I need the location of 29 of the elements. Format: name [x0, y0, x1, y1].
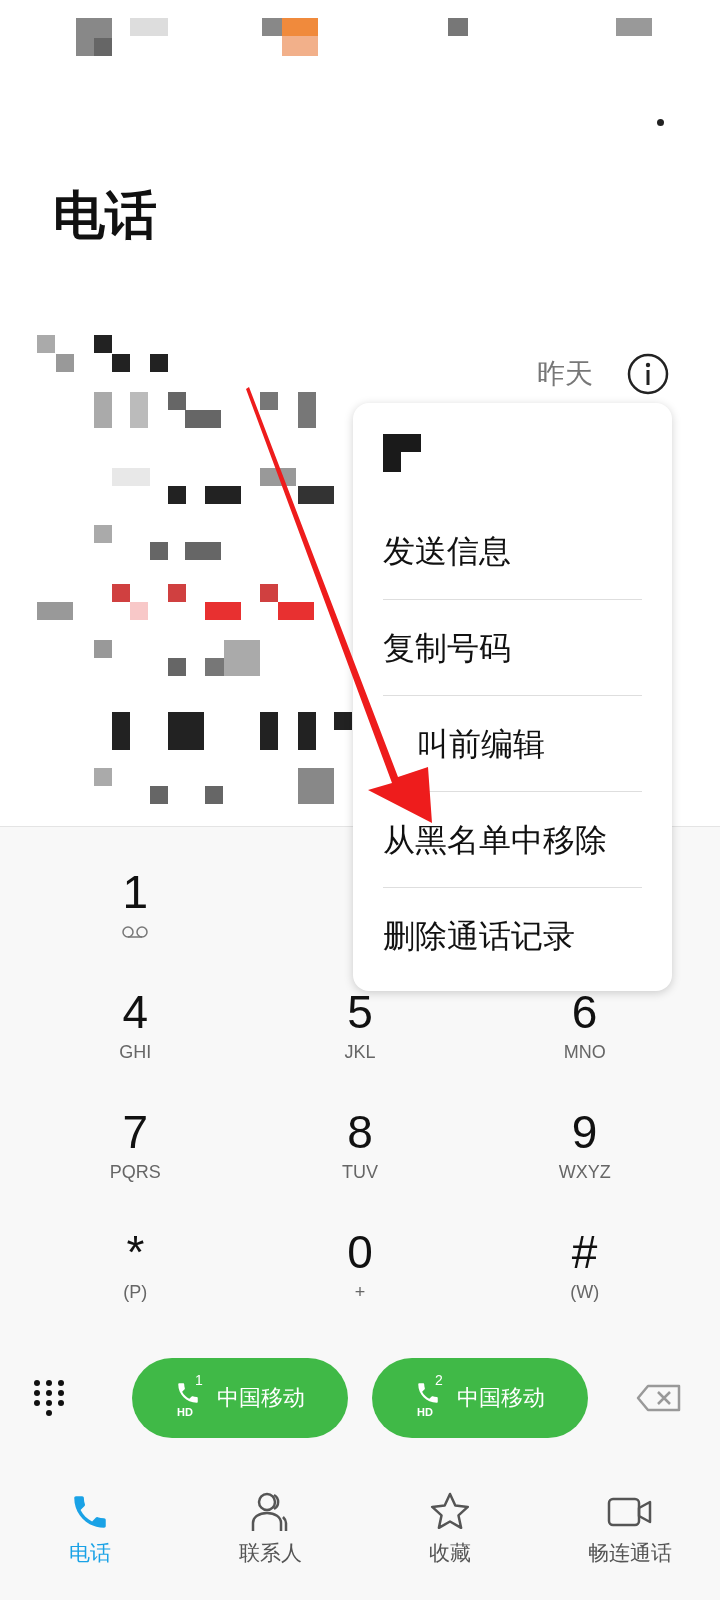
- hd-label: HD: [177, 1406, 193, 1418]
- nav-tab[interactable]: 畅连通话: [540, 1490, 720, 1566]
- nav-tab[interactable]: 收藏: [360, 1490, 540, 1566]
- voicemail-icon: [121, 926, 150, 938]
- sim-number: 2: [435, 1372, 443, 1388]
- dial-key[interactable]: 4 GHI: [103, 984, 168, 1064]
- menu-item[interactable]: 复制号码: [383, 627, 511, 668]
- menu-item[interactable]: 发送信息: [383, 531, 511, 571]
- dial-key[interactable]: 0 +: [331, 1224, 389, 1304]
- backspace-icon[interactable]: [636, 1384, 682, 1412]
- dial-key[interactable]: 9 WXYZ: [542, 1104, 627, 1184]
- dial-key[interactable]: 8 TUV: [326, 1104, 394, 1184]
- sim-number: 1: [195, 1372, 203, 1388]
- menu-item[interactable]: 删除通话记录: [383, 915, 575, 956]
- carrier-label: 中国移动: [457, 1384, 545, 1412]
- info-icon[interactable]: [626, 352, 670, 396]
- carrier-label: 中国移动: [217, 1384, 305, 1412]
- page-title: 电话: [53, 185, 157, 245]
- dial-key[interactable]: # (W): [554, 1224, 616, 1304]
- dial-key[interactable]: 1: [105, 864, 166, 944]
- mosaic-drawing: [383, 434, 421, 472]
- hd-label: HD: [417, 1406, 433, 1418]
- dialpad-icon[interactable]: [33, 1379, 65, 1417]
- dial-key[interactable]: 7 PQRS: [93, 1104, 177, 1184]
- call-time: 昨天: [537, 357, 593, 391]
- menu-item[interactable]: 叫前编辑: [417, 723, 545, 764]
- menu-item[interactable]: 从黑名单中移除: [383, 819, 607, 860]
- nav-tab[interactable]: 联系人: [180, 1490, 360, 1566]
- dial-key[interactable]: * (P): [107, 1224, 164, 1304]
